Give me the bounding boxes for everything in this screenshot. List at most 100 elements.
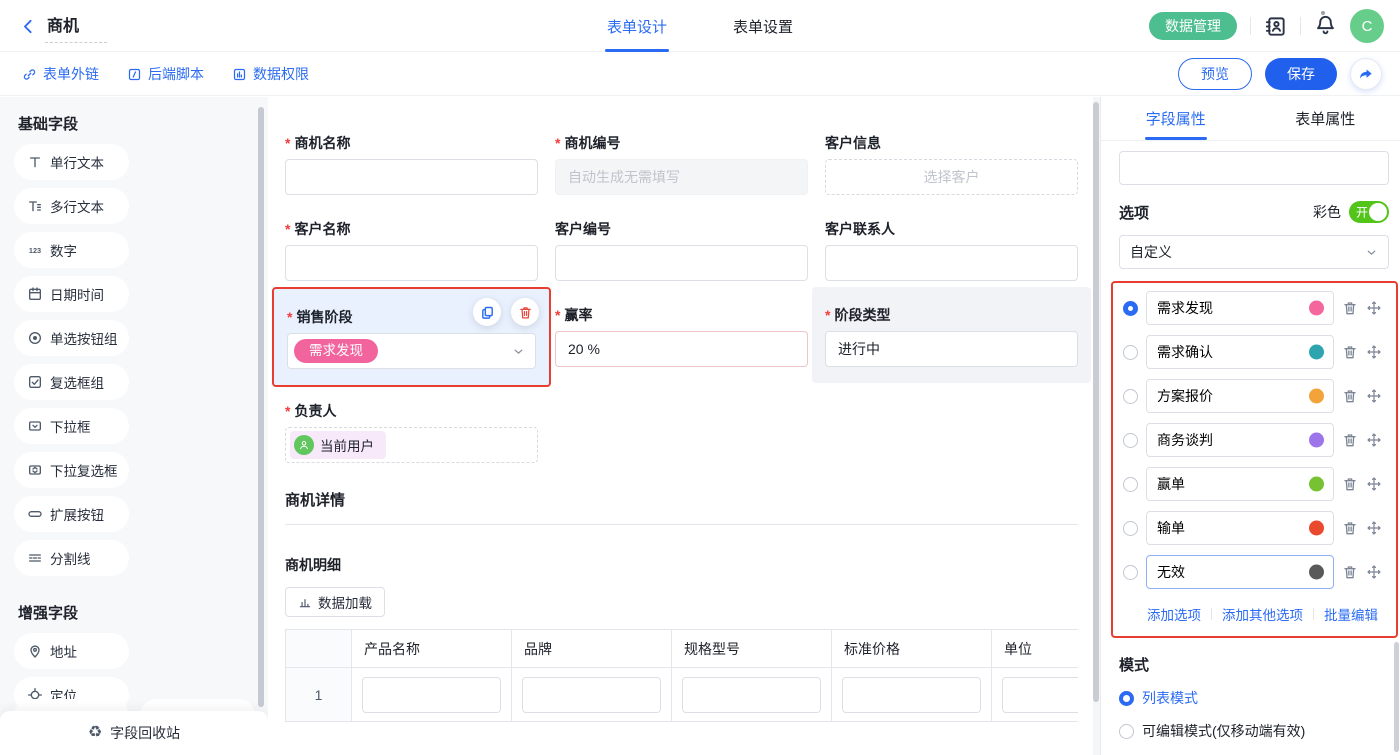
option-default-radio[interactable] xyxy=(1123,301,1138,316)
option-color-dot[interactable] xyxy=(1309,477,1324,492)
avatar[interactable]: C xyxy=(1350,9,1384,43)
option-default-radio[interactable] xyxy=(1123,521,1138,536)
field-stage-type[interactable]: *阶段类型 进行中 xyxy=(812,287,1091,383)
add-other-option-link[interactable]: 添加其他选项 xyxy=(1222,604,1303,624)
win-rate-input[interactable]: 20 % xyxy=(555,331,808,367)
field-customer-contact[interactable]: 客户联系人 xyxy=(825,219,1078,281)
field-item-number[interactable]: 123数字 xyxy=(14,232,129,268)
option-label-input[interactable] xyxy=(1147,336,1333,368)
mode-list[interactable]: 列表模式 xyxy=(1119,688,1388,708)
mode-editable[interactable]: 可编辑模式(仅移动端有效) xyxy=(1119,721,1388,741)
data-permission-link[interactable]: 数据权限 xyxy=(232,64,309,84)
add-option-link[interactable]: 添加选项 xyxy=(1147,604,1201,624)
mode-editable-radio[interactable] xyxy=(1119,724,1134,739)
opp-name-input[interactable] xyxy=(285,159,538,195)
field-owner[interactable]: *负责人 当前用户 xyxy=(285,401,1078,463)
save-button[interactable]: 保存 xyxy=(1265,58,1337,90)
field-item-select[interactable]: 下拉框 xyxy=(14,408,129,444)
field-title-input[interactable] xyxy=(1119,151,1389,185)
delete-option-icon[interactable] xyxy=(1342,388,1358,404)
option-color-dot[interactable] xyxy=(1309,301,1324,316)
sidebar-scrollbar[interactable] xyxy=(258,107,264,707)
tab-field-properties[interactable]: 字段属性 xyxy=(1101,97,1251,140)
field-win-rate[interactable]: *赢率 20 % xyxy=(555,305,808,371)
canvas-scrollbar-thumb[interactable] xyxy=(1093,102,1099,702)
field-item-ext-button[interactable]: 扩展按钮 xyxy=(14,496,129,532)
option-default-radio[interactable] xyxy=(1123,433,1138,448)
stage-type-input[interactable]: 进行中 xyxy=(825,331,1078,367)
drag-option-icon[interactable] xyxy=(1366,300,1382,316)
field-item-datetime[interactable]: 日期时间 xyxy=(14,276,129,312)
panel-scrollbar-thumb[interactable] xyxy=(1394,642,1399,752)
contact-book-icon[interactable] xyxy=(1264,15,1287,38)
option-label-input[interactable] xyxy=(1147,512,1333,544)
field-recycle-bin[interactable]: ♻ 字段回收站 xyxy=(0,711,268,755)
delete-option-icon[interactable] xyxy=(1342,300,1358,316)
form-external-link[interactable]: 表单外链 xyxy=(22,64,99,84)
price-cell-input[interactable] xyxy=(842,677,981,713)
drag-option-icon[interactable] xyxy=(1366,344,1382,360)
field-item-checkbox-group[interactable]: 复选框组 xyxy=(14,364,129,400)
field-opp-name[interactable]: *商机名称 xyxy=(285,133,538,195)
tab-form-settings[interactable]: 表单设置 xyxy=(733,0,793,52)
field-item-address[interactable]: 地址 xyxy=(14,633,129,669)
option-color-dot[interactable] xyxy=(1309,389,1324,404)
delete-option-icon[interactable] xyxy=(1342,344,1358,360)
select-customer-button[interactable]: 选择客户 xyxy=(825,159,1078,195)
option-label-input[interactable] xyxy=(1147,424,1333,456)
customer-name-input[interactable] xyxy=(285,245,538,281)
tab-form-properties[interactable]: 表单属性 xyxy=(1251,97,1400,140)
field-customer-info[interactable]: 客户信息 选择客户 xyxy=(825,133,1078,195)
mode-list-radio[interactable] xyxy=(1119,691,1134,706)
product-name-cell-input[interactable] xyxy=(362,677,501,713)
delete-option-icon[interactable] xyxy=(1342,476,1358,492)
customer-contact-input[interactable] xyxy=(825,245,1078,281)
batch-edit-link[interactable]: 批量编辑 xyxy=(1324,604,1378,624)
field-item-multiselect[interactable]: 下拉复选框 xyxy=(14,452,129,488)
share-button[interactable] xyxy=(1350,58,1382,90)
field-sales-stage-selected[interactable]: *销售阶段 需求发现 xyxy=(272,287,551,387)
option-label-input[interactable] xyxy=(1147,468,1333,500)
spec-cell-input[interactable] xyxy=(682,677,821,713)
field-customer-name[interactable]: *客户名称 xyxy=(285,219,538,281)
copy-field-button[interactable] xyxy=(473,298,501,326)
owner-picker[interactable]: 当前用户 xyxy=(285,427,538,463)
option-default-radio[interactable] xyxy=(1123,345,1138,360)
drag-option-icon[interactable] xyxy=(1366,520,1382,536)
data-manage-button[interactable]: 数据管理 xyxy=(1149,12,1237,40)
sales-stage-select[interactable]: 需求发现 xyxy=(287,333,536,369)
option-color-dot[interactable] xyxy=(1309,565,1324,580)
canvas-scrollbar-track[interactable] xyxy=(1093,97,1100,755)
option-default-radio[interactable] xyxy=(1123,565,1138,580)
drag-option-icon[interactable] xyxy=(1366,432,1382,448)
delete-option-icon[interactable] xyxy=(1342,564,1358,580)
delete-option-icon[interactable] xyxy=(1342,432,1358,448)
option-label-input[interactable] xyxy=(1147,556,1333,588)
option-label-input[interactable] xyxy=(1147,292,1333,324)
field-item-single-text[interactable]: 单行文本 xyxy=(14,144,129,180)
option-source-select[interactable]: 自定义 xyxy=(1119,235,1389,269)
option-default-radio[interactable] xyxy=(1123,477,1138,492)
option-default-radio[interactable] xyxy=(1123,389,1138,404)
delete-field-button[interactable] xyxy=(511,298,539,326)
field-item-divider[interactable]: 分割线 xyxy=(14,540,129,576)
field-item-multi-text[interactable]: 多行文本 xyxy=(14,188,129,224)
brand-cell-input[interactable] xyxy=(522,677,661,713)
backend-script-link[interactable]: 后端脚本 xyxy=(127,64,204,84)
drag-option-icon[interactable] xyxy=(1366,388,1382,404)
field-customer-no[interactable]: 客户编号 xyxy=(555,219,808,281)
field-opp-no[interactable]: *商机编号 xyxy=(555,133,808,195)
option-label-input[interactable] xyxy=(1147,380,1333,412)
drag-option-icon[interactable] xyxy=(1366,564,1382,580)
option-color-dot[interactable] xyxy=(1309,345,1324,360)
preview-button[interactable]: 预览 xyxy=(1178,58,1252,90)
customer-no-input[interactable] xyxy=(555,245,808,281)
tab-form-design[interactable]: 表单设计 xyxy=(607,0,667,52)
notification-bell-icon[interactable] xyxy=(1314,13,1337,36)
option-color-dot[interactable] xyxy=(1309,433,1324,448)
drag-option-icon[interactable] xyxy=(1366,476,1382,492)
data-load-button[interactable]: 数据加载 xyxy=(285,587,385,617)
color-toggle[interactable]: 开 xyxy=(1349,201,1389,223)
delete-option-icon[interactable] xyxy=(1342,520,1358,536)
unit-cell-input[interactable] xyxy=(1002,677,1078,713)
